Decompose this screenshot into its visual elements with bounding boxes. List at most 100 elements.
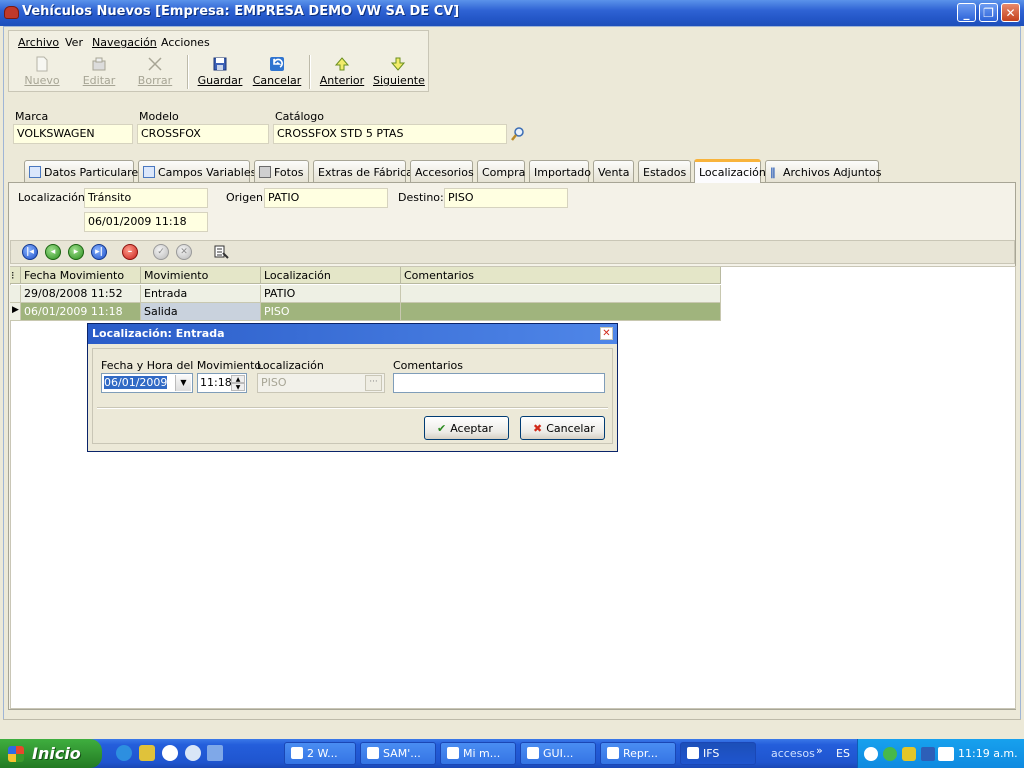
aceptar-button[interactable]: ✔ Aceptar [424, 416, 509, 440]
tray-expand-icon[interactable] [864, 747, 878, 761]
menu-archivo[interactable]: Archivo [18, 36, 59, 49]
menu-navegacion[interactable]: Navegación [92, 36, 157, 49]
tab-accesorios[interactable]: Accesorios [410, 160, 474, 182]
tab-archivos-adjuntos[interactable]: ∥ Archivos Adjuntos [765, 160, 881, 182]
undo-icon [269, 56, 285, 72]
red-x-icon: ✖ [533, 422, 543, 435]
task-ifs[interactable]: IFS [680, 742, 756, 765]
col-comentarios[interactable]: Comentarios [401, 267, 721, 284]
origen-field[interactable]: PATIO [264, 188, 388, 208]
tray-app-icon[interactable] [938, 747, 954, 761]
menu-ver[interactable]: Ver [65, 36, 83, 49]
table-row-cell[interactable]: PATIO [261, 285, 401, 303]
task-gui[interactable]: GUI... [520, 742, 596, 765]
task-mi-m[interactable]: Mi m... [440, 742, 516, 765]
tray-shield-icon[interactable] [902, 747, 916, 761]
player-icon [607, 747, 619, 759]
task-repr[interactable]: Repr... [600, 742, 676, 765]
system-tray: 11:19 a.m. [857, 739, 1024, 768]
modelo-field[interactable]: CROSSFOX [137, 124, 269, 144]
cancelar-toolbar-button[interactable]: Cancelar [252, 53, 302, 91]
ellipsis-browse-button[interactable]: ··· [365, 375, 382, 391]
ie-icon[interactable] [116, 745, 132, 761]
anterior-button[interactable]: Anterior [317, 53, 367, 91]
marca-label: Marca [15, 110, 49, 123]
catalogo-field[interactable]: CROSSFOX STD 5 PTAS [273, 124, 507, 144]
folder-icon [447, 747, 459, 759]
editar-button[interactable]: Editar [74, 53, 124, 91]
table-row-cell[interactable]: Salida [141, 303, 261, 321]
tray-network-icon[interactable] [921, 747, 935, 761]
guardar-button[interactable]: Guardar [195, 53, 245, 91]
localizacion-field[interactable]: Tránsito [84, 188, 208, 208]
clock[interactable]: 11:19 a.m. [958, 747, 1018, 760]
search-magnifier-icon[interactable] [510, 126, 526, 142]
fecha-hora-label: Fecha y Hora del Movimiento [101, 359, 262, 372]
tab-estados[interactable]: Estados [638, 160, 691, 182]
table-row-cell[interactable]: 29/08/2008 11:52 [21, 285, 141, 303]
edit-icon [91, 56, 107, 72]
cancelar-dialog-button[interactable]: ✖ Cancelar [520, 416, 605, 440]
row-indicator[interactable] [10, 285, 21, 303]
next-record-icon[interactable]: ▸ [68, 244, 84, 260]
tab-datos-particulares[interactable]: Datos Particulares [24, 160, 144, 182]
tray-user-icon[interactable] [883, 747, 897, 761]
document-icon [29, 166, 41, 178]
table-row-cell[interactable] [401, 303, 721, 321]
menu-acciones[interactable]: Acciones [161, 36, 210, 49]
tab-extras-de-fabrica[interactable]: Extras de Fábrica [313, 160, 413, 182]
nuevo-button[interactable]: Nuevo [17, 53, 67, 91]
paperclip-icon: ∥ [770, 166, 776, 179]
localizacion-date-field[interactable]: 06/01/2009 11:18 [84, 212, 208, 232]
show-desktop-icon[interactable] [207, 745, 223, 761]
last-record-icon[interactable]: ▸| [91, 244, 107, 260]
borrar-button[interactable]: Borrar [130, 53, 180, 91]
table-row-cell[interactable]: Entrada [141, 285, 261, 303]
close-button[interactable]: ✕ [1001, 3, 1020, 22]
title-bar[interactable]: Vehículos Nuevos [Empresa: EMPRESA DEMO … [0, 0, 1024, 26]
language-indicator[interactable]: ES [836, 747, 850, 760]
spin-up-icon[interactable]: ▲ [231, 375, 245, 383]
restore-button[interactable]: ❐ [979, 3, 998, 22]
comentarios-input[interactable] [393, 373, 605, 393]
origen-label: Origen: [226, 191, 267, 204]
menu-toolbar-panel: Archivo Ver Navegación Acciones Nuevo Ed… [8, 30, 429, 92]
accesos-toolbar[interactable]: accesos [771, 747, 815, 760]
tab-campos-variables[interactable]: Campos Variables [138, 160, 256, 182]
tab-fotos[interactable]: Fotos [254, 160, 309, 182]
siguiente-button[interactable]: Siguiente [373, 53, 425, 91]
table-icon [143, 166, 155, 178]
delete-record-icon[interactable]: – [122, 244, 138, 260]
col-movimiento[interactable]: Movimiento [141, 267, 261, 284]
table-row-cell[interactable] [401, 285, 721, 303]
task-sam[interactable]: SAM'... [360, 742, 436, 765]
tab-localizacion[interactable]: Localización [694, 159, 766, 183]
hora-stepper[interactable]: 11:18 ▲ ▼ [197, 373, 247, 393]
fecha-date-picker[interactable]: 06/01/2009 ▼ [101, 373, 193, 393]
start-button[interactable]: Inicio [0, 739, 102, 768]
spin-down-icon[interactable]: ▼ [231, 383, 245, 391]
media-icon[interactable] [185, 745, 201, 761]
marca-field[interactable]: VOLKSWAGEN [13, 124, 133, 144]
tab-venta[interactable]: Venta [593, 160, 634, 182]
task-2-w[interactable]: 2 W... [284, 742, 356, 765]
table-row-cell[interactable]: 06/01/2009 11:18 [21, 303, 141, 321]
minimize-button[interactable]: _ [957, 3, 976, 22]
grid-options-icon[interactable] [213, 244, 229, 260]
cancel-disabled-icon[interactable]: ✕ [176, 244, 192, 260]
col-localizacion[interactable]: Localización [261, 267, 401, 284]
previous-record-icon[interactable]: ◂ [45, 244, 61, 260]
confirm-disabled-icon[interactable]: ✓ [153, 244, 169, 260]
col-fecha-movimiento[interactable]: Fecha Movimiento [21, 267, 141, 284]
tab-importado[interactable]: Importado [529, 160, 591, 182]
table-row-cell[interactable]: PISO [261, 303, 401, 321]
destino-field[interactable]: PISO [444, 188, 568, 208]
dialog-close-icon[interactable]: ✕ [600, 327, 613, 340]
app-quicklaunch-icon[interactable] [139, 745, 155, 761]
tab-compra[interactable]: Compra [477, 160, 525, 182]
media-player-icon[interactable] [162, 745, 178, 761]
current-row-pointer-icon[interactable]: ▶ [10, 303, 21, 321]
chevron-right-icon[interactable]: » [816, 744, 823, 757]
chevron-down-icon[interactable]: ▼ [175, 375, 191, 391]
first-record-icon[interactable]: |◂ [22, 244, 38, 260]
